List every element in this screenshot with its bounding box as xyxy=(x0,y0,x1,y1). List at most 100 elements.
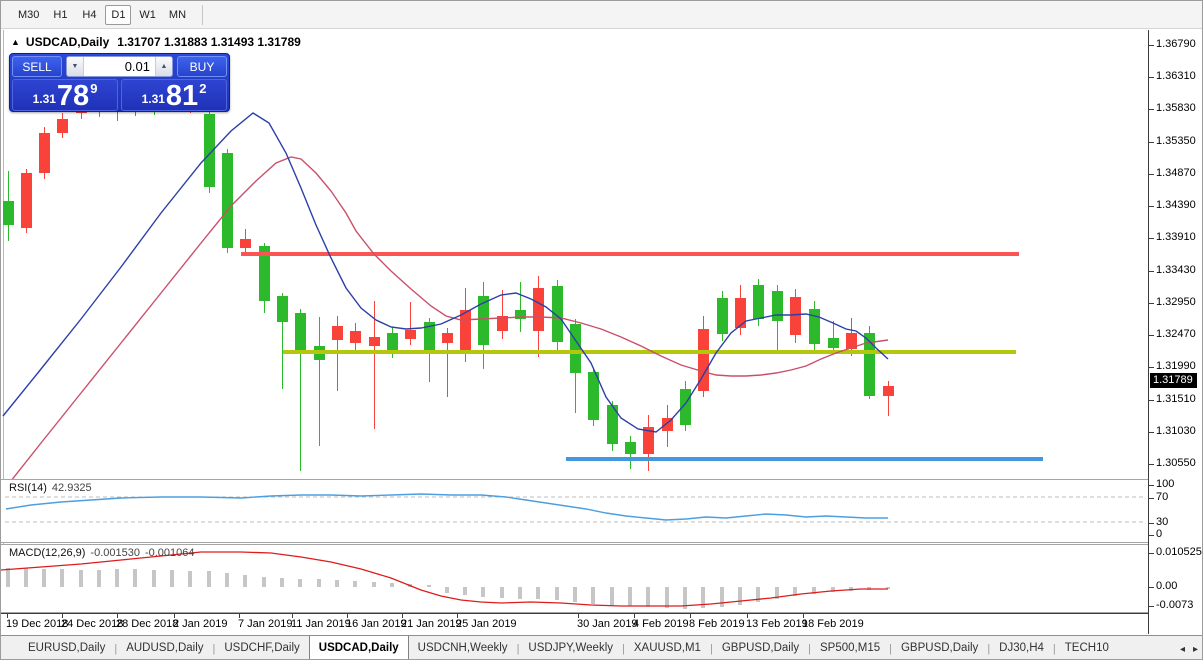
chart-tab-usdcnh-weekly[interactable]: USDCNH,Weekly xyxy=(409,636,517,660)
macd-pane: MACD(12,26,9) -0.001530 -0.001064 xyxy=(1,544,1148,613)
volume-decrease-button[interactable]: ▼ xyxy=(67,57,84,76)
timeframe-button-h1[interactable]: H1 xyxy=(47,5,73,25)
rsi-axis-label: 70 xyxy=(1156,491,1168,503)
date-label: 18 Feb 2019 xyxy=(802,618,864,630)
timeframe-button-mn[interactable]: MN xyxy=(164,5,191,25)
chart-window: ▲ USDCAD,Daily 1.31707 1.31883 1.31493 1.3… xyxy=(1,30,1203,635)
main-chart-area: ▲ USDCAD,Daily 1.31707 1.31883 1.31493 1.3… xyxy=(1,30,1148,635)
chart-tab-eurusd-daily[interactable]: EURUSD,Daily xyxy=(19,636,114,660)
sell-price-pip: 9 xyxy=(90,81,97,96)
rsi-name: RSI(14) xyxy=(9,482,47,494)
date-axis: 19 Dec 201824 Dec 201828 Dec 20182 Jan 2… xyxy=(1,613,1148,635)
ohlc-values: 1.31707 1.31883 1.31493 1.31789 xyxy=(117,35,301,49)
chart-tab-usdchf-daily[interactable]: USDCHF,Daily xyxy=(215,636,308,660)
toolbar-separator xyxy=(202,5,203,25)
macd-value-main: -0.001530 xyxy=(90,547,140,559)
candles xyxy=(3,69,894,471)
symbol-period-label: USDCAD,Daily xyxy=(26,35,109,49)
price-axis-label: 1.34870 xyxy=(1156,167,1196,179)
buy-price-prefix: 1.31 xyxy=(142,92,165,106)
date-label: 8 Feb 2019 xyxy=(689,618,745,630)
chart-tab-sp500-m15[interactable]: SP500,M15 xyxy=(811,636,889,660)
chart-tabbar: EURUSD,Daily|AUDUSD,Daily|USDCHF,DailyUS… xyxy=(1,635,1203,660)
rsi-axis-label: 0 xyxy=(1156,528,1162,540)
date-label: 25 Jan 2019 xyxy=(456,618,517,630)
date-label: 4 Feb 2019 xyxy=(633,618,689,630)
macd-value-signal: -0.001064 xyxy=(145,547,195,559)
date-label: 28 Dec 2018 xyxy=(116,618,178,630)
date-label: 16 Jan 2019 xyxy=(346,618,407,630)
timeframe-button-d1[interactable]: D1 xyxy=(105,5,131,25)
price-axis-label: 1.33430 xyxy=(1156,264,1196,276)
collapse-icon[interactable]: ▲ xyxy=(11,37,20,47)
macd-axis-label: 0.010525 xyxy=(1156,546,1202,558)
chart-tab-gbpusd-daily[interactable]: GBPUSD,Daily xyxy=(892,636,987,660)
chart-tab-audusd-daily[interactable]: AUDUSD,Daily xyxy=(117,636,212,660)
timeframe-button-w1[interactable]: W1 xyxy=(134,5,161,25)
chart-tab-xauusd-m1[interactable]: XAUUSD,M1 xyxy=(625,636,710,660)
price-axis-label: 1.33910 xyxy=(1156,231,1196,243)
sell-price-box[interactable]: 1.31 78 9 xyxy=(12,79,118,111)
rsi-line xyxy=(6,494,888,520)
macd-axis-label: 0.00 xyxy=(1156,580,1177,592)
date-label: 13 Feb 2019 xyxy=(746,618,808,630)
tab-scroll-left-icon[interactable]: ◂ xyxy=(1180,644,1185,655)
date-label: 2 Jan 2019 xyxy=(173,618,227,630)
chart-tab-gbpusd-daily[interactable]: GBPUSD,Daily xyxy=(713,636,808,660)
volume-input[interactable] xyxy=(84,57,155,76)
date-label: 30 Jan 2019 xyxy=(577,618,638,630)
volume-control: ▼ ▲ xyxy=(66,56,173,77)
price-axis-label: 1.31510 xyxy=(1156,393,1196,405)
macd-axis-label: -0.0073 xyxy=(1156,599,1193,611)
chart-tab-usdcad-daily[interactable]: USDCAD,Daily xyxy=(309,635,409,660)
macd-label: MACD(12,26,9) -0.001530 -0.001064 xyxy=(9,547,195,559)
tab-scroll-controls: ◂ ▸ xyxy=(1168,637,1203,660)
current-price-badge: 1.31789 xyxy=(1150,373,1197,388)
price-axis-label: 1.31030 xyxy=(1156,425,1196,437)
arrow-up-icon: ▲ xyxy=(161,63,168,70)
sell-button[interactable]: SELL xyxy=(12,56,62,77)
chart-tab-usdjpy-weekly[interactable]: USDJPY,Weekly xyxy=(519,636,622,660)
support-line xyxy=(566,457,1043,461)
price-axis: 1.31789 1.36790 1.36310 1.35830 1.35350 1.34… xyxy=(1148,30,1203,634)
buy-price-pip: 2 xyxy=(199,81,206,96)
chart-title: ▲ USDCAD,Daily 1.31707 1.31883 1.31493 1.3… xyxy=(11,35,301,49)
tab-scroll-right-icon[interactable]: ▸ xyxy=(1193,644,1198,655)
macd-name: MACD(12,26,9) xyxy=(9,547,85,559)
price-axis-label: 1.30550 xyxy=(1156,457,1196,469)
rsi-pane: RSI(14) 42.9325 xyxy=(1,479,1148,543)
resistance-line xyxy=(241,252,1019,256)
sell-price-prefix: 1.31 xyxy=(33,92,56,106)
rsi-value: 42.9325 xyxy=(52,482,92,494)
date-label: 7 Jan 2019 xyxy=(238,618,292,630)
buy-button[interactable]: BUY xyxy=(177,56,227,77)
date-label: 21 Jan 2019 xyxy=(401,618,462,630)
date-label: 19 Dec 2018 xyxy=(6,618,68,630)
price-axis-label: 1.34390 xyxy=(1156,199,1196,211)
price-axis-label: 1.36310 xyxy=(1156,70,1196,82)
arrow-down-icon: ▼ xyxy=(72,63,79,70)
timeframe-toolbar: M30H1H4D1W1MN xyxy=(1,1,1203,29)
price-axis-label: 1.32470 xyxy=(1156,328,1196,340)
volume-increase-button[interactable]: ▲ xyxy=(155,57,172,76)
price-axis-label: 1.32950 xyxy=(1156,296,1196,308)
chart-tab-tech10[interactable]: TECH10 xyxy=(1056,636,1118,660)
trading-app-window: M30H1H4D1W1MN ▲ USDCAD,Daily 1.31707 1.318… xyxy=(0,0,1203,660)
buy-price-box[interactable]: 1.31 81 2 xyxy=(121,79,227,111)
rsi-label: RSI(14) 42.9325 xyxy=(9,482,92,494)
ma-fast-line xyxy=(3,113,888,432)
chart-tab-dj30-h4[interactable]: DJ30,H4 xyxy=(990,636,1053,660)
macd-histogram xyxy=(8,568,888,609)
price-axis-label: 1.35350 xyxy=(1156,135,1196,147)
timeframe-button-h4[interactable]: H4 xyxy=(76,5,102,25)
date-label: 24 Dec 2018 xyxy=(61,618,123,630)
rsi-axis-label: 30 xyxy=(1156,516,1168,528)
price-axis-label: 1.35830 xyxy=(1156,102,1196,114)
sell-price-big: 78 xyxy=(57,84,89,109)
one-click-trading-panel: SELL ▼ ▲ BUY 1.31 78 9 1.31 xyxy=(9,53,230,112)
rsi-axis-label: 100 xyxy=(1156,478,1174,490)
price-axis-label: 1.36790 xyxy=(1156,38,1196,50)
timeframe-button-m30[interactable]: M30 xyxy=(13,5,44,25)
buy-price-big: 81 xyxy=(166,84,198,109)
price-axis-label: 1.31990 xyxy=(1156,360,1196,372)
